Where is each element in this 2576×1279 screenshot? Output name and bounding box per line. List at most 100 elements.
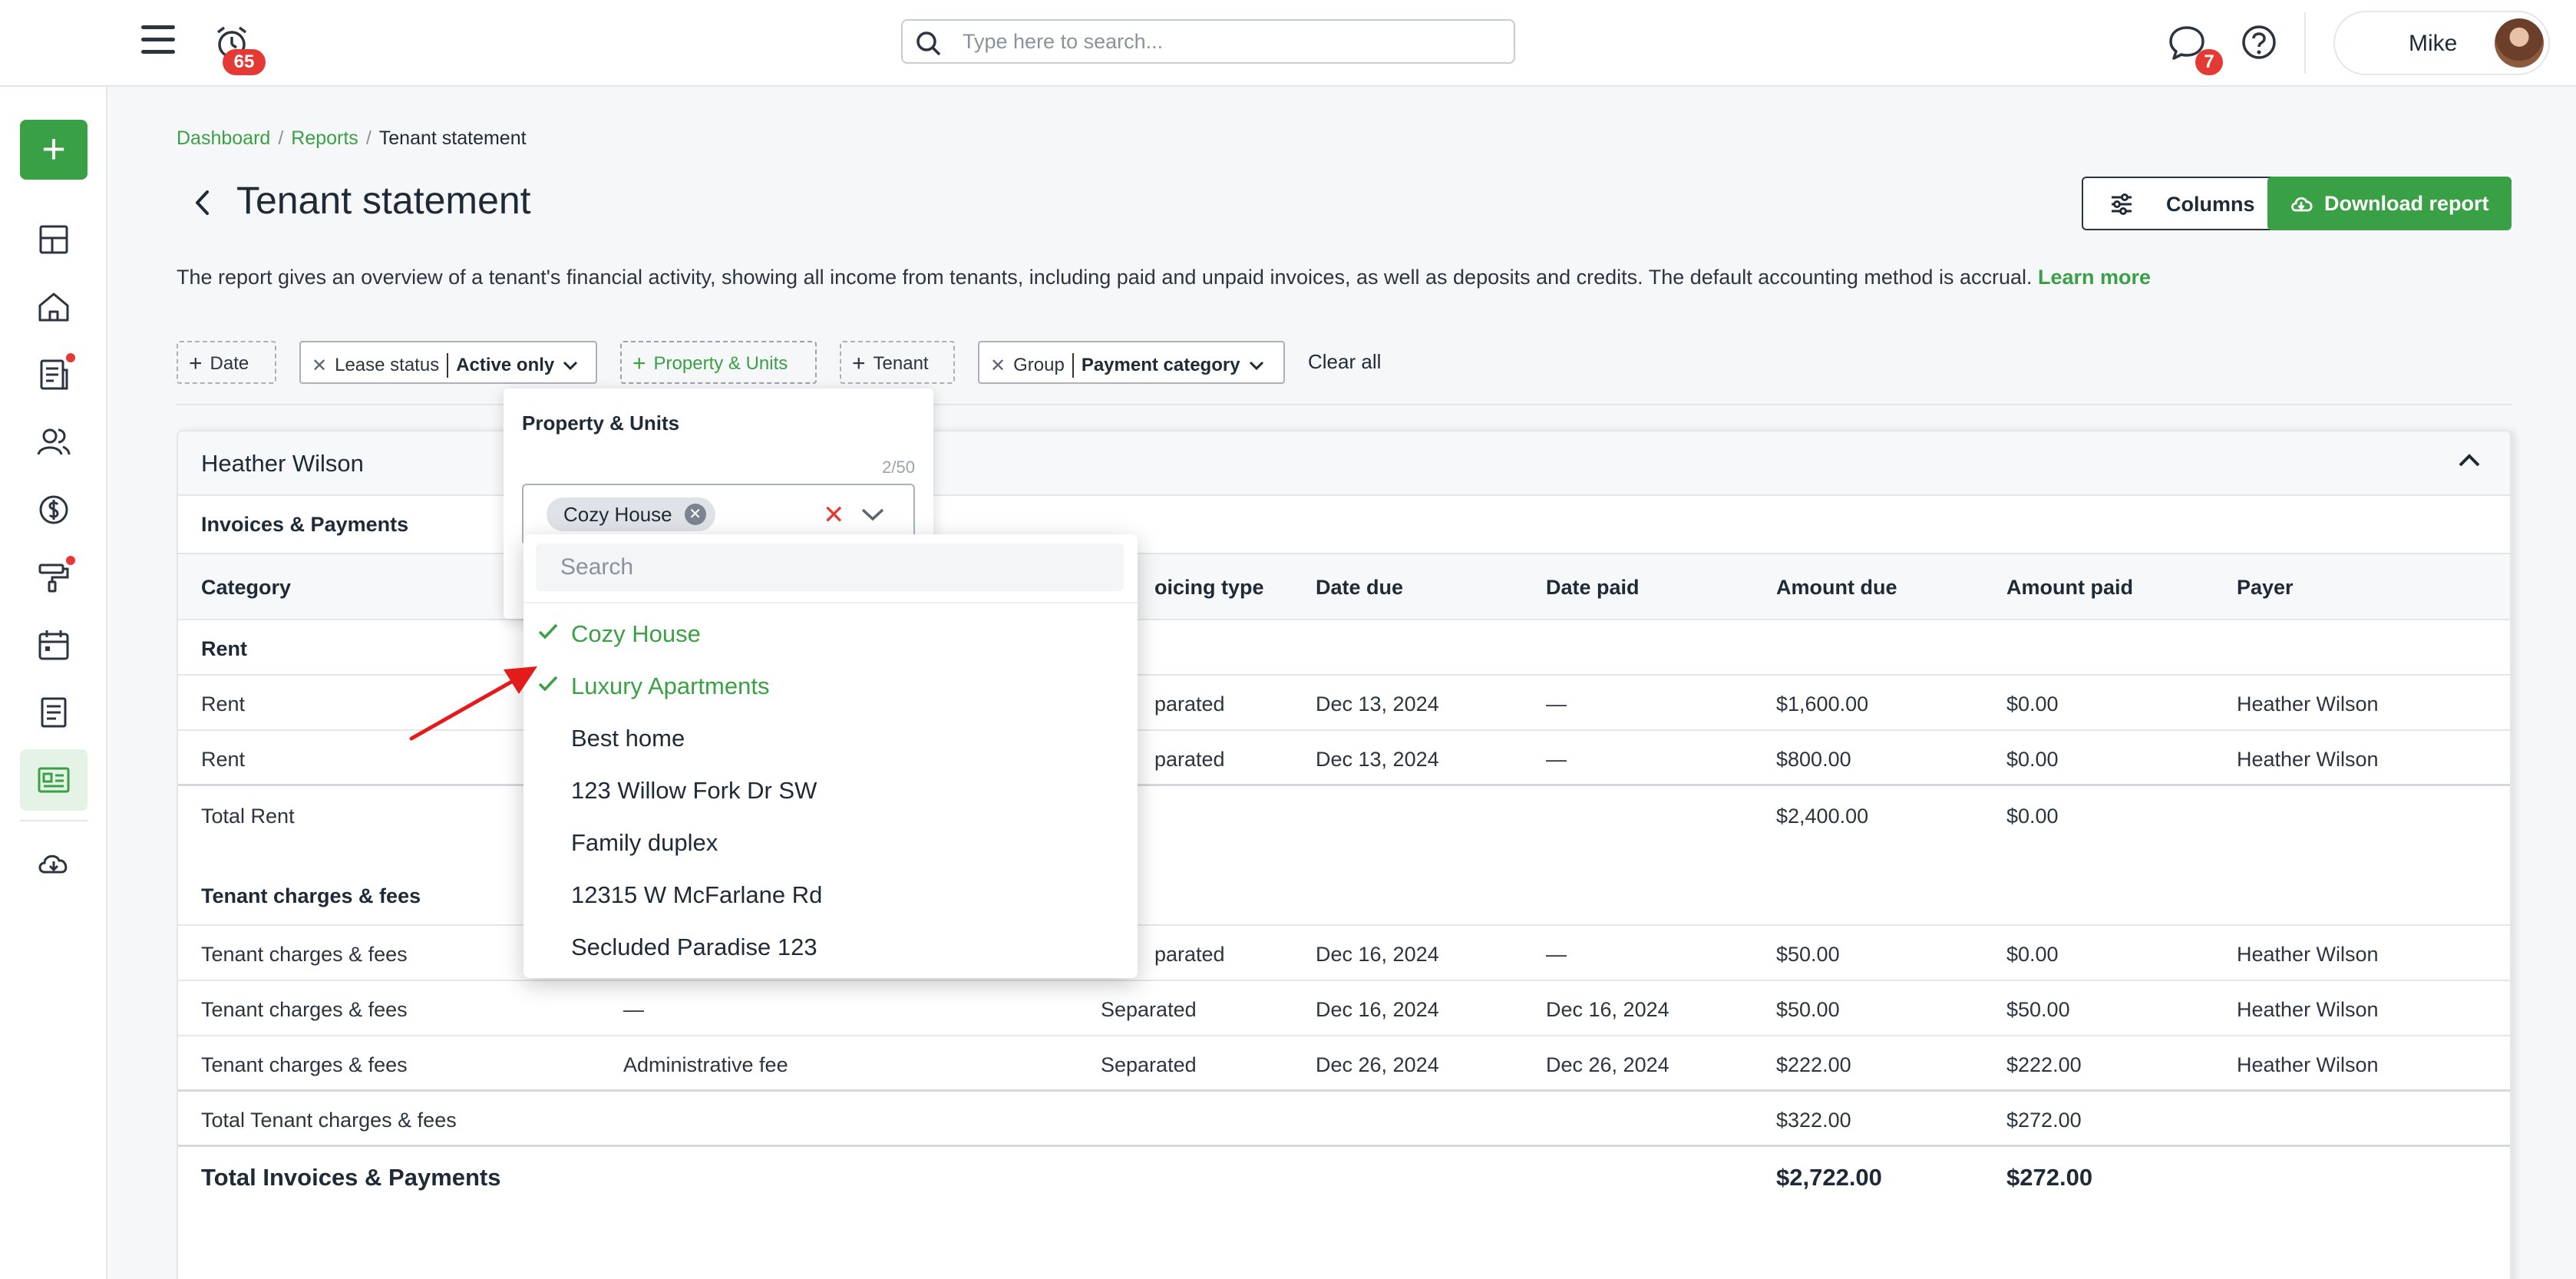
remove-tag-icon[interactable]: ✕	[684, 504, 706, 525]
cloud-download-icon[interactable]	[31, 840, 77, 886]
col-category[interactable]: Category	[201, 576, 291, 600]
cell-payer: Heather Wilson	[2237, 998, 2379, 1021]
top-bar: 65 7 Mike	[0, 0, 2576, 87]
cell-payer: Heather Wilson	[2237, 943, 2379, 966]
cell-amount-due: $222.00	[1776, 1053, 1851, 1076]
cell-date-paid: Dec 16, 2024	[1546, 998, 1669, 1021]
option-secluded-paradise[interactable]: Secluded Paradise 123	[523, 920, 1138, 972]
remove-filter-icon[interactable]: ✕	[990, 355, 1006, 377]
cell-payer: Heather Wilson	[2237, 692, 2379, 716]
lease-status-filter-chip[interactable]: ✕ Lease status Active only	[299, 341, 597, 384]
grand-total-amount-paid: $272.00	[2006, 1164, 2093, 1191]
date-filter-chip[interactable]: + Date	[177, 341, 276, 384]
plus-icon: +	[852, 351, 866, 376]
table-row[interactable]: Tenant charges & fees Administrative fee…	[178, 1036, 2510, 1092]
breadcrumb-dashboard[interactable]: Dashboard	[177, 127, 270, 149]
col-date-due[interactable]: Date due	[1316, 576, 1403, 600]
global-search[interactable]	[901, 19, 1515, 64]
option-family-duplex[interactable]: Family duplex	[523, 815, 1138, 868]
notes-icon[interactable]	[31, 689, 77, 735]
options-search-input[interactable]	[536, 544, 1124, 591]
maintenance-alert-dot	[66, 556, 75, 565]
annotation-arrow-icon	[409, 666, 537, 741]
grand-total-amount-due: $2,722.00	[1776, 1164, 1882, 1191]
left-sidebar: +	[0, 0, 107, 1279]
option-label: Secluded Paradise 123	[571, 934, 817, 960]
clear-all-filters-button[interactable]: Clear all	[1308, 350, 1381, 374]
chevron-down-icon[interactable]	[860, 505, 886, 524]
tenant-filter-label: Tenant	[873, 353, 929, 374]
notification-count-badge: 65	[223, 49, 266, 75]
property-units-filter-chip[interactable]: + Property & Units	[620, 341, 817, 384]
cell-amount-paid: $0.00	[2006, 692, 2059, 716]
cell-amount-paid: $50.00	[2006, 998, 2070, 1021]
breadcrumb-current: Tenant statement	[378, 127, 527, 149]
cell-type: Separated	[1101, 998, 1197, 1021]
check-icon	[538, 623, 558, 640]
chevron-down-icon	[563, 361, 578, 371]
cell-date-due: Dec 16, 2024	[1316, 998, 1439, 1021]
help-icon[interactable]	[2238, 21, 2280, 67]
col-date-paid[interactable]: Date paid	[1546, 576, 1640, 600]
cell-category: Tenant charges & fees	[201, 998, 408, 1021]
menu-icon[interactable]	[141, 25, 175, 56]
sidebar-separator	[20, 820, 88, 821]
option-luxury-apartments[interactable]: Luxury Apartments	[523, 659, 1138, 711]
download-report-button[interactable]: Download report	[2267, 177, 2512, 230]
grand-total-row: Total Invoices & Payments $2,722.00 $272…	[178, 1147, 2510, 1208]
section-title: Invoices & Payments	[201, 513, 409, 536]
tenant-filter-chip[interactable]: + Tenant	[840, 341, 955, 384]
total-amount-due: $322.00	[1776, 1109, 1851, 1132]
cell-amount-paid: $0.00	[2006, 943, 2059, 966]
group-filter-chip[interactable]: ✕ Group Payment category	[978, 341, 1285, 384]
search-icon	[916, 31, 941, 56]
cell-category: Rent	[201, 692, 246, 716]
cell-date-paid: Dec 26, 2024	[1546, 1053, 1669, 1076]
user-name: Mike	[2409, 31, 2458, 56]
cell-date-paid: —	[1546, 943, 1567, 966]
columns-button[interactable]: Columns	[2082, 177, 2298, 230]
calendar-icon[interactable]	[31, 622, 77, 668]
option-label: Luxury Apartments	[571, 673, 770, 699]
cell-date-due: Dec 13, 2024	[1316, 692, 1439, 716]
clear-selection-icon[interactable]: ✕	[823, 502, 845, 528]
cell-category: Rent	[201, 748, 246, 771]
option-willow-fork[interactable]: 123 Willow Fork Dr SW	[523, 763, 1138, 815]
reports-icon[interactable]	[31, 757, 77, 803]
sliders-icon	[2112, 193, 2132, 215]
option-cozy-house[interactable]: Cozy House	[523, 606, 1138, 659]
option-mcfarlane-rd[interactable]: 12315 W McFarlane Rd	[523, 868, 1138, 920]
search-input[interactable]	[963, 27, 1500, 56]
col-invoicing-type[interactable]: oicing type	[1154, 576, 1264, 600]
property-units-label: Property & Units	[653, 353, 788, 374]
home-icon[interactable]	[31, 284, 77, 330]
remove-filter-icon[interactable]: ✕	[312, 355, 327, 377]
option-label: Family duplex	[571, 829, 718, 856]
table-row[interactable]: Tenant charges & fees — Separated Dec 16…	[178, 981, 2510, 1036]
payments-icon[interactable]	[31, 487, 77, 533]
columns-button-label: Columns	[2166, 193, 2255, 216]
cell-type: parated	[1154, 692, 1225, 716]
learn-more-link[interactable]: Learn more	[2038, 266, 2151, 289]
avatar	[2495, 18, 2544, 68]
breadcrumb: Dashboard / Reports / Tenant statement	[177, 127, 527, 150]
cell-type: Separated	[1101, 1053, 1197, 1076]
cell-payer: Heather Wilson	[2237, 748, 2379, 771]
dashboard-icon[interactable]	[31, 216, 77, 263]
col-payer[interactable]: Payer	[2237, 576, 2294, 600]
cell-amount-paid: $222.00	[2006, 1053, 2082, 1076]
total-label: Total Rent	[201, 805, 295, 828]
back-arrow-icon[interactable]	[190, 187, 215, 222]
col-amount-due[interactable]: Amount due	[1776, 576, 1897, 600]
page-title: Tenant statement	[236, 179, 531, 222]
col-amount-paid[interactable]: Amount paid	[2006, 576, 2133, 600]
add-new-button[interactable]: +	[20, 120, 88, 180]
description-text: The report gives an overview of a tenant…	[177, 266, 2033, 289]
breadcrumb-reports[interactable]: Reports	[291, 127, 358, 149]
chevron-up-icon[interactable]	[2456, 451, 2482, 470]
people-icon[interactable]	[31, 419, 77, 465]
option-best-home[interactable]: Best home	[523, 711, 1138, 763]
total-amount-paid: $272.00	[2006, 1109, 2082, 1132]
user-menu[interactable]: Mike	[2333, 11, 2550, 75]
breadcrumb-separator: /	[278, 127, 284, 149]
